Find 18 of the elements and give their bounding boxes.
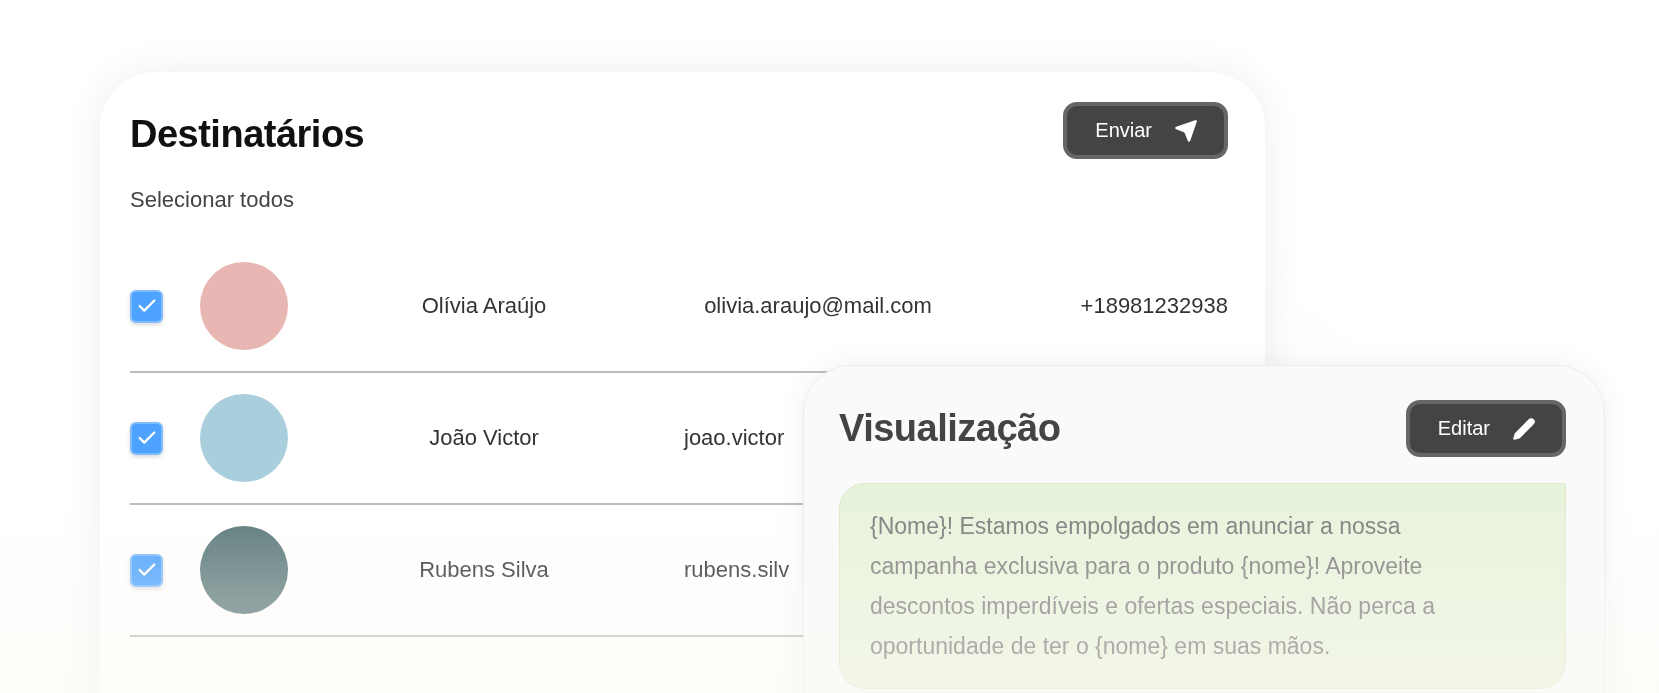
recipient-name: Olívia Araújo — [421, 293, 547, 319]
recipient-name: João Victor — [429, 425, 539, 451]
checkbox[interactable] — [130, 553, 163, 587]
message-bubble: {Nome}! Estamos empolgados em anunciar a nossa campanha exclusiva para o produto {nome}! Aproveite descontos imperdíveis e ofertas especiais. Não perca a oportunidade de ter o {nome} em suas mãos. — [839, 483, 1566, 689]
recipients-title: Destinatários — [130, 112, 365, 156]
recipient-phone: +18981232938 — [1080, 293, 1228, 319]
edit-button[interactable]: Editar — [1405, 400, 1566, 457]
recipient-email: rubens.silv — [683, 557, 790, 583]
preview-title: Visualização — [839, 407, 1061, 450]
recipient-name: Rubens Silva — [419, 557, 549, 583]
recipient-email: joao.victor — [682, 425, 785, 451]
pencil-icon — [1512, 416, 1536, 441]
recipient-email: olivia.araujo@mail.com — [704, 293, 932, 319]
send-icon — [1174, 118, 1198, 143]
select-all-link[interactable]: Selecionar todos — [130, 187, 294, 213]
checkbox[interactable] — [130, 421, 163, 455]
send-button[interactable]: Enviar — [1063, 102, 1228, 159]
checkbox[interactable] — [130, 289, 163, 323]
